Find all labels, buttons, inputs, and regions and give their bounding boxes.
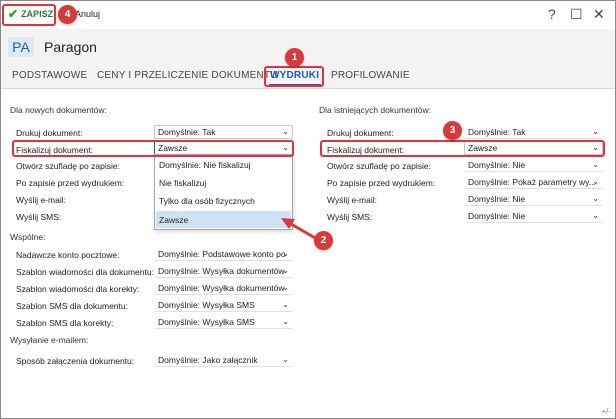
existing-send-sms-select[interactable]: Domyślnie: Nie ⌄	[464, 209, 603, 223]
chevron-down-icon: ⌄	[592, 177, 599, 186]
chevron-down-icon: ⌄	[282, 300, 289, 309]
tab-ceny[interactable]: CENY I PRZELICZENIE DOKUMENTU	[97, 70, 278, 81]
existing-open-drawer-select[interactable]: Domyślnie: Nie ⌄	[464, 158, 603, 172]
fiscalize-dropdown-list: Domyślnie: Nie fiskalizuj Nie fiskalizuj…	[154, 154, 293, 230]
maximize-icon[interactable]: ☐	[570, 7, 583, 21]
new-docs-heading: Dla nowych dokumentów:	[10, 105, 107, 115]
select-value: Domyślnie: Tak	[468, 127, 526, 137]
tab-podstawowe[interactable]: PODSTAWOWE	[12, 70, 87, 81]
cancel-button[interactable]: Anuluj	[75, 9, 100, 19]
row-label: Drukuj dokument:	[16, 128, 83, 138]
select-value: Domyślnie: Wysyłka dokumentów	[158, 266, 285, 276]
correction-message-template-select[interactable]: Domyślnie: Wysyłka dokumentów ⌄	[154, 281, 293, 295]
select-value: Domyślnie: Nie	[468, 160, 526, 170]
chevron-down-icon: ⌄	[282, 266, 289, 275]
zoom-indicator[interactable]: +/-	[601, 407, 611, 416]
row-label: Otwórz szufladę po zapisie:	[16, 161, 120, 171]
chevron-down-icon: ⌄	[282, 317, 289, 326]
dropdown-option-selected[interactable]: Zawsze	[159, 215, 188, 225]
callout-badge-1: 1	[285, 48, 304, 67]
mail-account-select[interactable]: Domyślnie: Podstawowe konto po ⌄	[154, 247, 293, 261]
document-sms-template-select[interactable]: Domyślnie: Wysyłka SMS ⌄	[154, 298, 293, 312]
document-message-template-select[interactable]: Domyślnie: Wysyłka dokumentów ⌄	[154, 264, 293, 278]
help-icon[interactable]: ?	[548, 7, 556, 21]
callout-badge-4: 4	[58, 5, 77, 24]
existing-after-save-select[interactable]: Domyślnie: Pokaż parametry wy... ⌄	[464, 175, 603, 189]
row-label: Otwórz szufladę po zapisie:	[327, 161, 431, 171]
common-heading: Wspólne:	[10, 232, 46, 242]
callout-box-fiscalize-new	[12, 140, 294, 157]
row-label: Szablon wiadomości dla korekty:	[16, 284, 140, 294]
select-value: Domyślnie: Wysyłka dokumentów	[158, 283, 285, 293]
document-header: PA Paragon	[1, 29, 615, 65]
row-label: Wyślij SMS:	[327, 212, 373, 222]
dropdown-option[interactable]: Tylko dla osób fizycznych	[159, 196, 255, 206]
chevron-down-icon: ⌄	[282, 355, 289, 364]
chevron-down-icon: ⌄	[282, 283, 289, 292]
row-label: Nadawcze konto pocztowe:	[16, 250, 120, 260]
document-type-badge: PA	[8, 37, 34, 57]
dropdown-option[interactable]: Domyślnie: Nie fiskalizuj	[159, 160, 251, 170]
callout-badge-2: 2	[314, 231, 333, 250]
row-label: Szablon SMS dla dokumentu:	[16, 301, 128, 311]
callout-badge-3: 3	[443, 121, 462, 140]
print-document-select[interactable]: Domyślnie: Tak ⌄	[154, 125, 293, 139]
close-icon[interactable]: ✕	[593, 7, 605, 21]
row-label: Wyślij e-mail:	[327, 195, 377, 205]
row-label: Po zapisie przed wydrukiem:	[16, 178, 125, 188]
row-label: Drukuj dokument:	[327, 128, 394, 138]
chevron-down-icon: ⌄	[592, 194, 599, 203]
chevron-down-icon: ⌄	[592, 127, 599, 136]
row-label: Po zapisie przed wydrukiem:	[327, 178, 436, 188]
select-value: Domyślnie: Nie	[468, 211, 526, 221]
dropdown-option[interactable]: Nie fiskalizuj	[159, 178, 206, 188]
row-label: Sposób załączenia dokumentu:	[16, 356, 135, 366]
select-value: Domyślnie: Tak	[158, 127, 216, 137]
chevron-down-icon: ⌄	[282, 127, 289, 136]
row-label: Wyślij e-mail:	[16, 195, 66, 205]
existing-send-email-select[interactable]: Domyślnie: Nie ⌄	[464, 192, 603, 206]
select-value: Domyślnie: Wysyłka SMS	[158, 300, 255, 310]
select-value: Domyślnie: Podstawowe konto po	[158, 249, 286, 259]
email-send-heading: Wysyłanie e-mailem:	[10, 335, 89, 345]
select-value: Domyślnie: Nie	[468, 194, 526, 204]
attachment-method-select[interactable]: Domyślnie: Jako załącznik ⌄	[154, 353, 293, 367]
page-title: Paragon	[44, 39, 97, 55]
existing-print-document-select[interactable]: Domyślnie: Tak ⌄	[464, 125, 603, 139]
callout-box-save	[2, 4, 56, 26]
select-value: Domyślnie: Jako załącznik	[158, 355, 258, 365]
title-bar: ✔ ZAPISZ Anuluj ? ☐ ✕	[1, 1, 615, 29]
chevron-down-icon: ⌄	[282, 249, 289, 258]
callout-box-fiscalize-existing	[320, 140, 605, 157]
row-label: Szablon wiadomości dla dokumentu:	[16, 267, 154, 277]
select-value: Domyślnie: Pokaż parametry wy...	[468, 177, 596, 187]
existing-docs-heading: Dla istniejących dokumentów:	[319, 105, 431, 115]
correction-sms-template-select[interactable]: Domyślnie: Wysyłka SMS ⌄	[154, 315, 293, 329]
select-value: Domyślnie: Wysyłka SMS	[158, 317, 255, 327]
row-label: Wyślij SMS:	[16, 212, 62, 222]
tab-profilowanie[interactable]: PROFILOWANIE	[331, 70, 410, 81]
chevron-down-icon: ⌄	[592, 211, 599, 220]
row-label: Szablon SMS dla korekty:	[16, 318, 114, 328]
callout-box-tab	[264, 66, 324, 87]
window: ✔ ZAPISZ Anuluj ? ☐ ✕ PA Paragon PODSTAW…	[0, 0, 616, 419]
chevron-down-icon: ⌄	[592, 160, 599, 169]
